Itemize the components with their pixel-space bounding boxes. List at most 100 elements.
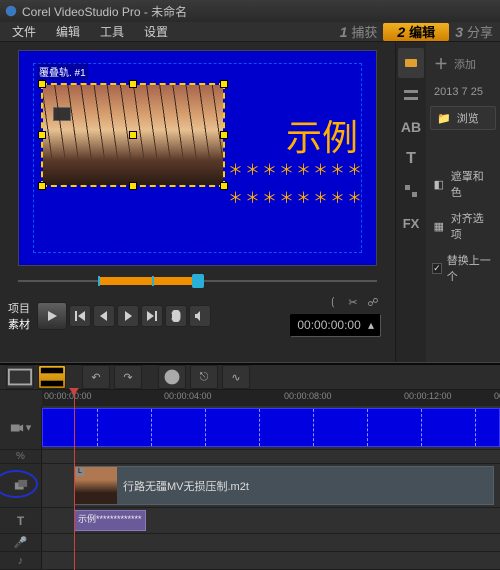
timecode-display[interactable]: 00:00:00:00 ▴ [290,314,381,337]
timeline-ruler[interactable]: 00:00:00:00 00:00:04:00 00:00:08:00 00:0… [42,390,500,406]
scrub-playhead[interactable] [192,274,204,288]
tab-media[interactable] [398,48,424,78]
menu-settings[interactable]: 设置 [134,23,178,40]
resize-handle-e[interactable] [220,131,228,139]
checkbox-replace[interactable] [432,263,442,274]
date-label: 2013 7 25 [430,84,496,100]
step-capture[interactable]: 1 捕获 [336,23,382,41]
resize-handle-s[interactable] [129,182,137,190]
goto-start-button[interactable] [69,305,91,327]
tab-text[interactable]: T [398,144,424,174]
timeline-view-button[interactable] [38,365,66,389]
link-icon: % [16,451,25,462]
sample-stars-2: ＊＊＊＊＊＊＊＊ [228,187,364,208]
goto-end-button[interactable] [141,305,163,327]
video-track: ▾ [0,406,500,450]
menu-file[interactable]: 文件 [2,23,46,40]
sample-text: 示例 [286,109,358,161]
voice-track-head[interactable]: 🎤 [0,534,42,551]
tab-transition[interactable] [398,80,424,110]
redo-button[interactable]: ↷ [114,365,142,389]
resize-handle-n[interactable] [129,80,137,88]
overlay-clip-filename: 行路无疆MV无损压制.m2t [123,478,249,494]
resize-handle-w[interactable] [38,131,46,139]
overlay-track-head[interactable] [0,464,42,507]
title-clip[interactable]: 示例************* [74,510,146,531]
playback-controls: 项目 素材 ⟮ ✂ ☍ 00:00:00:00 ▴ [0,290,395,337]
resize-handle-nw[interactable] [38,80,46,88]
system-volume-button[interactable] [189,305,211,327]
overlay-clip-selection[interactable]: 覆叠轨. #1 [41,83,225,187]
step-share[interactable]: 3 分享 [451,23,497,41]
scrub-bar[interactable] [18,272,377,290]
folder-icon: 📁 [437,112,451,125]
cut-icon[interactable]: ✂ [345,294,361,310]
side-panel: AB T FX ＋ 添加 2013 7 25 📁 浏览 ◧ 遮罩和色 ▦ 对齐选… [395,42,500,362]
music-icon: ♪ [18,555,24,567]
option-align[interactable]: ▦ 对齐选项 [430,208,496,244]
preview-canvas[interactable]: 覆叠轨. #1 示例 ＊＊＊＊＊＊＊＊ ＊＊＊ [18,50,377,266]
storyboard-view-button[interactable] [6,365,34,389]
add-label: 添加 [454,56,476,72]
tool-record[interactable] [158,365,186,389]
video-track-head[interactable]: ▾ [0,406,42,449]
title-track: T 示例************* [0,508,500,534]
window-title: Corel VideoStudio Pro - 未命名 [22,3,187,20]
undo-button[interactable]: ↶ [82,365,110,389]
overlay-logo-icon [53,107,71,121]
link-track: % [0,450,500,464]
overlay-track-body[interactable]: L 行路无疆MV无损压制.m2t [42,464,500,507]
option-mask[interactable]: ◧ 遮罩和色 [430,166,496,202]
tool-mixer[interactable]: ⎋ [190,365,218,389]
overlay-clip[interactable]: L 行路无疆MV无损压制.m2t [74,466,494,505]
mode-project-label[interactable]: 项目 [8,300,30,316]
overlay-label: 覆叠轨. #1 [37,63,88,80]
scrub-range[interactable] [98,277,198,285]
resize-handle-se[interactable] [220,182,228,190]
video-clip[interactable] [42,408,500,447]
title-track-body[interactable]: 示例************* [42,508,500,533]
mask-icon: ◧ [432,177,446,191]
mark-in-icon[interactable]: ⟮ [325,294,341,310]
play-button[interactable] [37,302,67,330]
music-track: ♪ [0,552,500,570]
menu-edit[interactable]: 编辑 [46,23,90,40]
timeline-playhead[interactable] [74,390,75,570]
option-replace[interactable]: 替换上一个 [430,250,496,286]
sample-stars-1: ＊＊＊＊＊＊＊＊ [228,159,364,180]
tab-filter[interactable]: FX [398,208,424,238]
next-frame-button[interactable] [117,305,139,327]
add-button[interactable]: ＋ 添加 [430,50,496,78]
move-handle-center[interactable] [129,131,137,139]
video-track-body[interactable] [42,406,500,449]
link-track-head[interactable]: % [0,450,42,463]
expand-icon[interactable]: ▾ [26,421,32,434]
menu-tools[interactable]: 工具 [90,23,134,40]
scrub-in-point[interactable] [98,276,100,286]
prev-frame-button[interactable] [93,305,115,327]
scrub-marker[interactable] [152,276,154,286]
overlay-clip-thumb: L [75,467,117,504]
window-titlebar: Corel VideoStudio Pro - 未命名 [0,0,500,22]
browse-label: 浏览 [457,110,479,126]
overlay-track: L 行路无疆MV无损压制.m2t [0,464,500,508]
timeline-panel: ↶ ↷ ⎋ ∿ 00:00:00:00 00:00:04:00 00:00:08… [0,365,500,561]
mode-clip-label[interactable]: 素材 [8,316,30,332]
align-icon: ▦ [432,219,446,233]
title-track-head[interactable]: T [0,508,42,533]
preview-pane: 覆叠轨. #1 示例 ＊＊＊＊＊＊＊＊ ＊＊＊ [0,42,395,362]
music-track-head[interactable]: ♪ [0,552,42,569]
step-edit[interactable]: 2 编辑 [383,23,449,41]
browse-button[interactable]: 📁 浏览 [430,106,496,130]
tool-audio[interactable]: ∿ [222,365,250,389]
resize-handle-ne[interactable] [220,80,228,88]
repeat-button[interactable] [165,305,187,327]
app-icon [4,4,18,18]
side-tabs: AB T FX [396,42,426,362]
link-icon[interactable]: ☍ [365,294,381,310]
tab-graphic[interactable] [398,176,424,206]
tab-title[interactable]: AB [398,112,424,142]
timeline-toolbar: ↶ ↷ ⎋ ∿ [0,365,500,390]
resize-handle-sw[interactable] [38,182,46,190]
menubar: 文件 编辑 工具 设置 1 捕获 2 编辑 3 分享 [0,22,500,42]
